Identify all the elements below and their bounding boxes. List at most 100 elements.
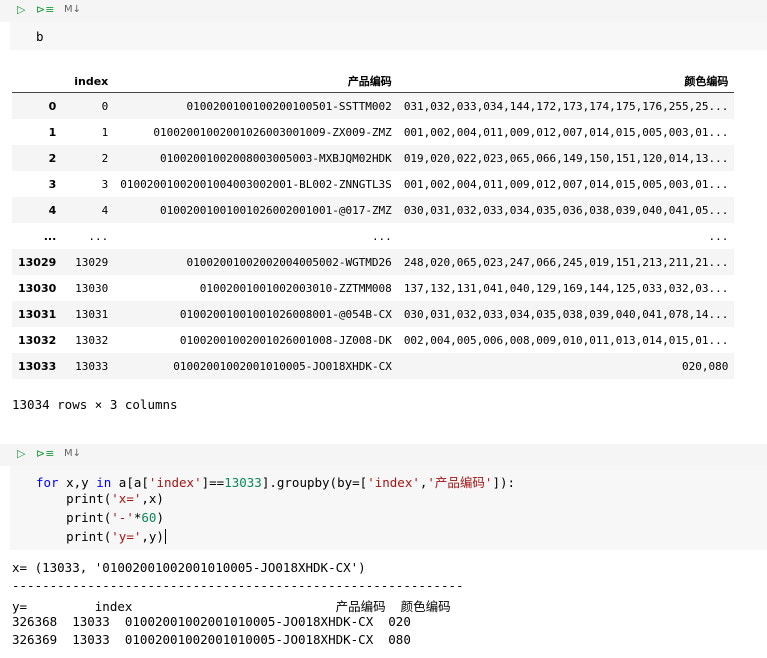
code-line: print('y=',y) <box>36 529 174 544</box>
dataframe-table: index 产品编码 颜色编码 0 0 0100200100100200100501… <box>12 70 735 379</box>
cell-source: b <box>36 29 44 44</box>
cell-index: 4 <box>101 203 109 217</box>
cell-index: 13033 <box>75 359 109 373</box>
table-row: 4 4 01002001001001026002001001-@017-ZMZ 030… <box>12 197 735 223</box>
cell-color-code: 001,002,004,011,009,012,007,014,015,005,… <box>403 177 729 191</box>
cell-type-label[interactable]: M↓ <box>64 4 81 15</box>
row-label: ... <box>43 229 57 243</box>
cell-product-code: 01002001002001026001008-JZ008-DK <box>179 333 392 347</box>
code-line: print('-'*60) <box>36 510 164 525</box>
code-token: a[a[ <box>111 475 149 490</box>
cell-color-code: 031,032,033,034,144,172,173,174,175,176,… <box>403 99 729 113</box>
cell-product-code: 01002001001001026008001-@054B-CX <box>179 307 392 321</box>
cell-product-code: 0100200100100200100501-SSTTM002 <box>186 99 392 113</box>
row-label: 0 <box>48 99 57 113</box>
code-line: print('x=',x) <box>36 491 164 506</box>
output-line: 326368 13033 01002001002001010005-JO018X… <box>12 614 411 629</box>
cell-toolbar: ▷ ⊳≡ M↓ <box>0 0 767 22</box>
table-row: 13029 13029 01002001002002004005002-WGTMD2… <box>12 249 735 275</box>
cell-index: 13030 <box>75 281 109 295</box>
run-below-icon[interactable]: ⊳≡ <box>36 447 54 460</box>
code-token: 'index' <box>148 475 202 490</box>
table-row: 2 2 01002001002008003005003-MXBJQM02HDK 019… <box>12 145 735 171</box>
cell-product-code: 01002001001002003010-ZZTMM008 <box>199 281 392 295</box>
cell-product-code: ... <box>371 229 392 243</box>
output-line: y= index 产品编码 颜色编码 <box>12 599 451 614</box>
cell-color-code: 001,002,004,011,009,012,007,014,015,005,… <box>403 125 729 139</box>
table-row: 13030 13030 01002001001002003010-ZZTMM008 1… <box>12 275 734 301</box>
code-cell-input[interactable]: for x,y in a[a['index']==13033].groupby(… <box>10 466 767 550</box>
cell-color-code: 248,020,065,023,247,066,245,019,151,213,… <box>403 255 729 269</box>
cell-color-code: 137,132,131,041,040,129,169,144,125,033,… <box>403 281 729 295</box>
code-token: print( <box>36 529 112 544</box>
cell-index: 13031 <box>75 307 109 321</box>
row-label: 2 <box>48 151 57 165</box>
code-token: '-' <box>111 510 134 525</box>
cell-product-code: 01002001002002004005002-WGTMD26 <box>186 255 392 269</box>
text-cursor <box>164 529 174 544</box>
code-token: 'x=' <box>111 491 142 506</box>
cell-color-code: 002,004,005,006,008,009,010,011,013,014,… <box>403 333 729 347</box>
header-product-code: 产品编码 <box>347 75 392 88</box>
table-row: 1 1 01002001002001026003001009-ZX009-ZMZ 00… <box>12 119 734 145</box>
cell-product-code: 01002001002001010005-JO018XHDK-CX <box>173 359 392 373</box>
run-icon[interactable]: ▷ <box>17 447 25 460</box>
cell-type-label[interactable]: M↓ <box>64 448 81 459</box>
cell-index: 0 <box>101 99 109 113</box>
output-line: 326369 13033 01002001002001010005-JO018X… <box>12 632 411 647</box>
header-blank <box>12 70 62 93</box>
row-label: 4 <box>48 203 57 217</box>
code-token: ,x) <box>141 491 164 506</box>
output-line: x= (13033, '01002001002001010005-JO018XH… <box>12 560 366 575</box>
code-line: for x,y in a[a['index']==13033].groupby(… <box>36 472 515 491</box>
run-icon[interactable]: ▷ <box>17 3 25 16</box>
code-token: x,y <box>58 475 97 490</box>
table-row: 0 0 0100200100100200100501-SSTTM002 031,032… <box>12 92 735 119</box>
code-token: 'y=' <box>111 529 142 544</box>
cell-index: 2 <box>101 151 109 165</box>
header-index: index <box>74 74 109 88</box>
code-token: in <box>96 475 112 490</box>
cell-index: 3 <box>101 177 109 191</box>
cell-index: 13032 <box>75 333 109 347</box>
table-row: 13033 13033 01002001002001010005-JO018XHDK… <box>12 353 735 379</box>
table-row: 13032 13032 01002001002001026001008-JZ008-… <box>12 327 734 353</box>
cell-color-code: 019,020,022,023,065,066,149,150,151,120,… <box>403 151 729 165</box>
cell-color-code: 030,031,032,033,034,035,038,039,040,041,… <box>403 307 729 321</box>
cell-product-code: 01002001002001004003002001-BL002-ZNNGTL3… <box>120 177 392 191</box>
cell-color-code: 030,031,032,033,034,035,036,038,039,040,… <box>403 203 729 217</box>
code-token: print( <box>36 491 112 506</box>
header-color-code: 颜色编码 <box>684 75 729 88</box>
code-token: '产品编码' <box>427 475 493 490</box>
code-token: ,y) <box>141 529 164 544</box>
cell-product-code: 01002001001001026002001001-@017-ZMZ <box>160 203 392 217</box>
cell-index: 1 <box>101 125 109 139</box>
row-label: 13029 <box>18 255 57 269</box>
cell-input[interactable]: b <box>10 22 767 50</box>
table-row: 13031 13031 01002001001001026008001-@054B-… <box>12 301 735 327</box>
code-token: ].groupby(by=[ <box>261 475 368 490</box>
row-label: 13033 <box>18 359 57 373</box>
cell-index: 13029 <box>75 255 109 269</box>
code-token: 'index' <box>367 475 420 490</box>
code-token: print( <box>36 510 112 525</box>
code-token: ]== <box>201 475 225 490</box>
code-token: 60 <box>141 510 157 525</box>
code-token: ) <box>156 510 164 525</box>
dataframe-shape: 13034 rows × 3 columns <box>12 397 178 412</box>
code-token: ]): <box>492 475 516 490</box>
row-label: 13032 <box>18 333 57 347</box>
row-label: 13030 <box>18 281 57 295</box>
cell-product-code: 01002001002008003005003-MXBJQM02HDK <box>160 151 392 165</box>
row-label: 3 <box>48 177 57 191</box>
table-row: ............ <box>12 223 734 249</box>
output-line: ----------------------------------------… <box>12 578 464 593</box>
cell-product-code: 01002001002001026003001009-ZX009-ZMZ <box>153 125 392 139</box>
cell-index: ... <box>88 229 109 243</box>
code-token: for <box>36 475 59 490</box>
cell-color-code: ... <box>708 229 729 243</box>
row-label: 13031 <box>18 307 57 321</box>
code-token: 13033 <box>224 475 262 490</box>
row-label: 1 <box>48 125 57 139</box>
run-below-icon[interactable]: ⊳≡ <box>36 3 54 16</box>
